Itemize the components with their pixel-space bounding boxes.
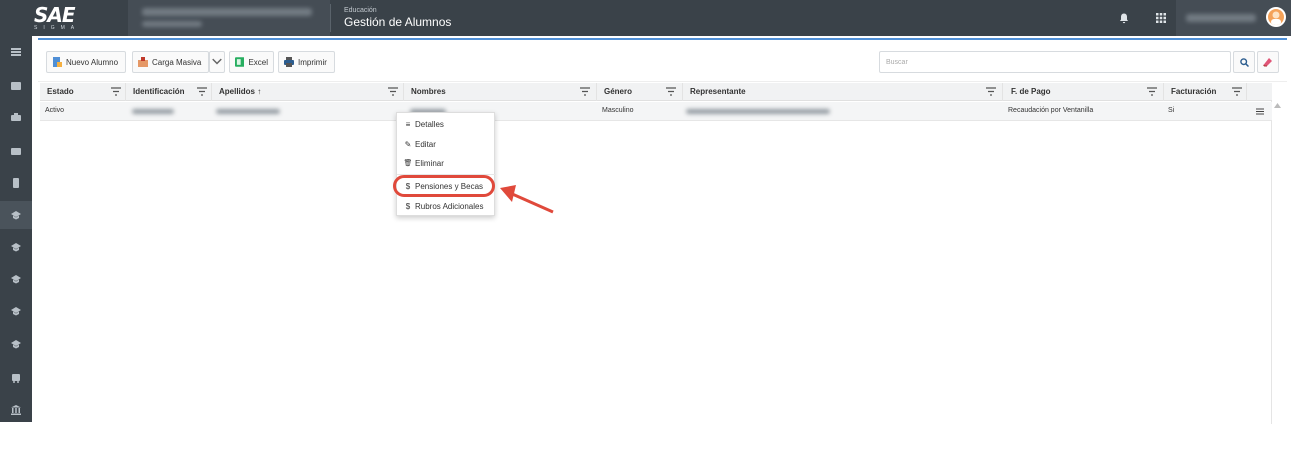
pencil-icon: ✎ xyxy=(404,139,412,149)
sidebar-item-graduation-cap-5-icon[interactable] xyxy=(0,330,32,358)
search-icon[interactable] xyxy=(1233,51,1255,73)
chevron-down-icon xyxy=(212,58,222,65)
sidebar-item-list-icon[interactable] xyxy=(0,72,32,100)
column-estado-label: Estado xyxy=(47,87,74,96)
table-header: Estado Identificación Apellidos ↑ Nombre… xyxy=(40,83,1272,101)
new-student-label: Nuevo Alumno xyxy=(66,57,119,67)
bulk-upload-label: Carga Masiva xyxy=(152,57,202,67)
vertical-scrollbar[interactable] xyxy=(1272,101,1284,462)
excel-icon xyxy=(235,57,245,67)
cell-estado: Activo xyxy=(45,107,65,114)
sidebar-item-briefcase-icon[interactable] xyxy=(0,103,32,131)
page-title: Gestión de Alumnos xyxy=(344,15,452,29)
column-identificacion-label: Identificación xyxy=(133,87,185,96)
cell-genero: Masculino xyxy=(602,107,634,114)
menu-item-label: Detalles xyxy=(415,119,444,129)
column-facturacion-label: Facturación xyxy=(1171,87,1217,96)
company-selector[interactable] xyxy=(128,0,330,36)
menu-item-eliminar[interactable]: 🗑 Eliminar xyxy=(397,153,496,173)
column-apellidos[interactable]: Apellidos ↑ xyxy=(212,83,404,101)
annotation-arrow-icon xyxy=(500,185,554,214)
column-f-pago-label: F. de Pago xyxy=(1011,87,1051,96)
list-icon: ≡ xyxy=(405,119,411,129)
sidebar-item-institution-icon[interactable] xyxy=(0,396,32,424)
menu-item-rubros-adicionales[interactable]: $ Rubros Adicionales xyxy=(397,196,496,216)
menu-item-editar[interactable]: ✎ Editar xyxy=(397,134,496,154)
filter-icon[interactable] xyxy=(1232,87,1242,96)
sidebar-item-graduation-cap-3-icon[interactable] xyxy=(0,265,32,293)
upload-icon xyxy=(138,57,148,67)
print-label: Imprimir xyxy=(298,57,327,67)
table-row[interactable]: Activo Masculino Recaudación por Ventani… xyxy=(40,102,1272,121)
cell-identificacion-redacted xyxy=(132,109,174,114)
column-f-pago[interactable]: F. de Pago xyxy=(1003,83,1164,101)
user-avatar[interactable] xyxy=(1266,7,1286,27)
filter-icon[interactable] xyxy=(111,87,121,96)
filter-icon[interactable] xyxy=(197,87,207,96)
sidebar-item-graduation-cap-icon[interactable] xyxy=(0,201,32,229)
menu-item-label: Eliminar xyxy=(415,158,444,168)
filter-icon[interactable] xyxy=(986,87,996,96)
dollar-icon: $ xyxy=(405,201,411,211)
excel-label: Excel xyxy=(248,57,268,67)
column-representante[interactable]: Representante xyxy=(683,83,1003,101)
column-representante-label: Representante xyxy=(690,87,746,96)
notifications-bell-icon[interactable] xyxy=(1112,0,1136,36)
trash-icon: 🗑 xyxy=(403,160,413,167)
column-apellidos-label: Apellidos ↑ xyxy=(219,87,262,96)
bulk-upload-dropdown-button[interactable] xyxy=(209,51,225,73)
module-name: Educación xyxy=(344,7,377,14)
top-bar: SAE SIGMA Educación Gestión de Alumnos xyxy=(0,0,1291,36)
column-nombres[interactable]: Nombres xyxy=(404,83,597,101)
highlight-oval xyxy=(393,175,495,197)
sidebar xyxy=(0,36,32,422)
menu-item-label: Rubros Adicionales xyxy=(415,201,484,211)
menu-item-label: Editar xyxy=(415,139,436,149)
eraser-icon[interactable] xyxy=(1257,51,1279,73)
sidebar-item-graduation-cap-4-icon[interactable] xyxy=(0,297,32,325)
sidebar-item-card-icon[interactable] xyxy=(0,137,32,165)
cell-representante-redacted xyxy=(686,109,830,114)
excel-button[interactable]: Excel xyxy=(229,51,274,73)
app-logo[interactable]: SAE SIGMA xyxy=(34,5,84,31)
print-button[interactable]: Imprimir xyxy=(278,51,335,73)
search-input[interactable]: Buscar xyxy=(879,51,1231,73)
new-student-button[interactable]: Nuevo Alumno xyxy=(46,51,126,73)
cell-facturacion: Si xyxy=(1168,107,1175,114)
filter-icon[interactable] xyxy=(580,87,590,96)
bulk-upload-button[interactable]: Carga Masiva xyxy=(132,51,209,73)
printer-icon xyxy=(284,57,294,67)
column-nombres-label: Nombres xyxy=(411,87,446,96)
header-divider xyxy=(330,4,331,32)
logo-text: SAE xyxy=(34,3,76,27)
sidebar-item-document-icon[interactable] xyxy=(0,169,32,197)
logo-subtext: SIGMA xyxy=(34,25,81,31)
filter-icon[interactable] xyxy=(1147,87,1157,96)
cell-apellidos-redacted xyxy=(216,109,280,114)
row-context-menu: ≡ Detalles ✎ Editar 🗑 Eliminar $ Pension… xyxy=(396,112,496,216)
cell-f-pago: Recaudación por Ventanilla xyxy=(1008,107,1094,114)
column-genero-label: Género xyxy=(604,87,633,96)
sidebar-item-graduation-cap-2-icon[interactable] xyxy=(0,233,32,261)
sidebar-item-menu-icon[interactable] xyxy=(0,38,32,66)
scroll-up-icon[interactable] xyxy=(1274,103,1281,108)
new-file-icon xyxy=(53,57,62,67)
toolbar: Nuevo Alumno Carga Masiva Excel Imprimir… xyxy=(38,40,1287,82)
sidebar-item-bus-icon[interactable] xyxy=(0,364,32,392)
filter-icon[interactable] xyxy=(666,87,676,96)
students-table: Estado Identificación Apellidos ↑ Nombre… xyxy=(40,83,1272,424)
main-panel: Nuevo Alumno Carga Masiva Excel Imprimir… xyxy=(38,38,1287,424)
menu-item-detalles[interactable]: ≡ Detalles xyxy=(397,114,496,134)
row-menu-icon[interactable] xyxy=(1256,108,1264,115)
filter-icon[interactable] xyxy=(388,87,398,96)
apps-grid-icon[interactable] xyxy=(1146,0,1176,36)
